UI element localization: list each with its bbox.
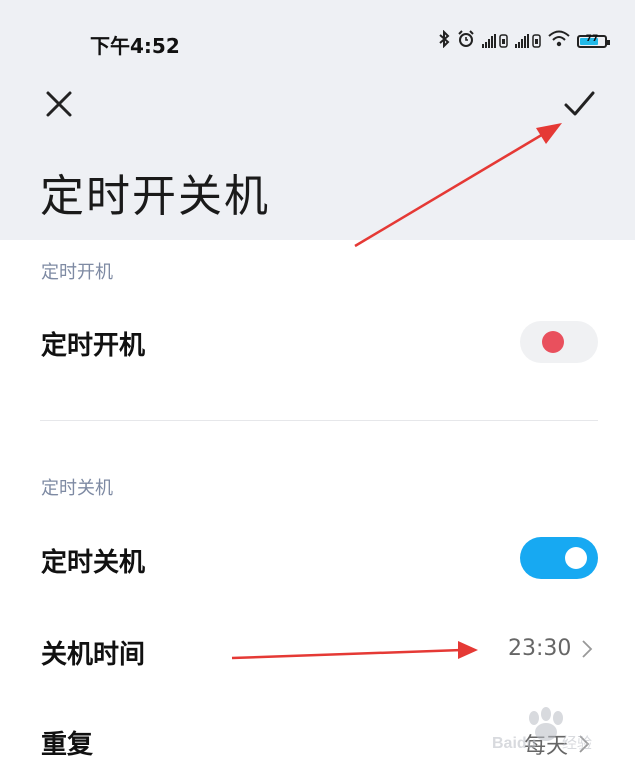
confirm-button[interactable] xyxy=(560,85,600,125)
section-header-power-on: 定时开机 xyxy=(41,262,113,283)
shutdown-time-value: 23:30 xyxy=(508,636,572,661)
alarm-icon xyxy=(457,30,475,52)
watermark-sub: 经验 xyxy=(562,734,592,752)
signal-icon xyxy=(515,34,541,48)
section-divider xyxy=(40,420,598,421)
toggle-knob xyxy=(542,331,564,353)
section-header-power-off: 定时关机 xyxy=(41,478,113,499)
page-title: 定时开关机 xyxy=(40,171,270,222)
power-on-label: 定时开机 xyxy=(41,331,146,361)
wifi-icon xyxy=(548,30,570,52)
baidu-watermark-logo: Baidu 经验 xyxy=(490,700,610,768)
battery-level: 77 xyxy=(585,33,599,44)
toggle-knob xyxy=(565,547,587,569)
status-time: 下午4:52 xyxy=(90,34,180,58)
arrow-to-shutdown-time xyxy=(231,641,478,660)
shutdown-time-selector[interactable]: 23:30 xyxy=(508,636,593,661)
close-button[interactable] xyxy=(40,85,80,125)
repeat-label: 重复 xyxy=(41,730,94,760)
signal-icon xyxy=(482,34,508,48)
status-icons: 77 xyxy=(438,29,610,52)
power-off-toggle[interactable] xyxy=(520,537,598,579)
power-off-label: 定时关机 xyxy=(41,548,146,578)
shutdown-time-label: 关机时间 xyxy=(41,640,146,670)
check-icon xyxy=(564,91,595,116)
watermark-brand: Baidu xyxy=(492,735,536,752)
close-icon xyxy=(46,91,72,117)
power-on-toggle[interactable] xyxy=(520,321,598,363)
battery-icon: 77 xyxy=(577,33,610,48)
chevron-right-icon xyxy=(582,639,593,658)
bluetooth-icon xyxy=(438,29,450,52)
